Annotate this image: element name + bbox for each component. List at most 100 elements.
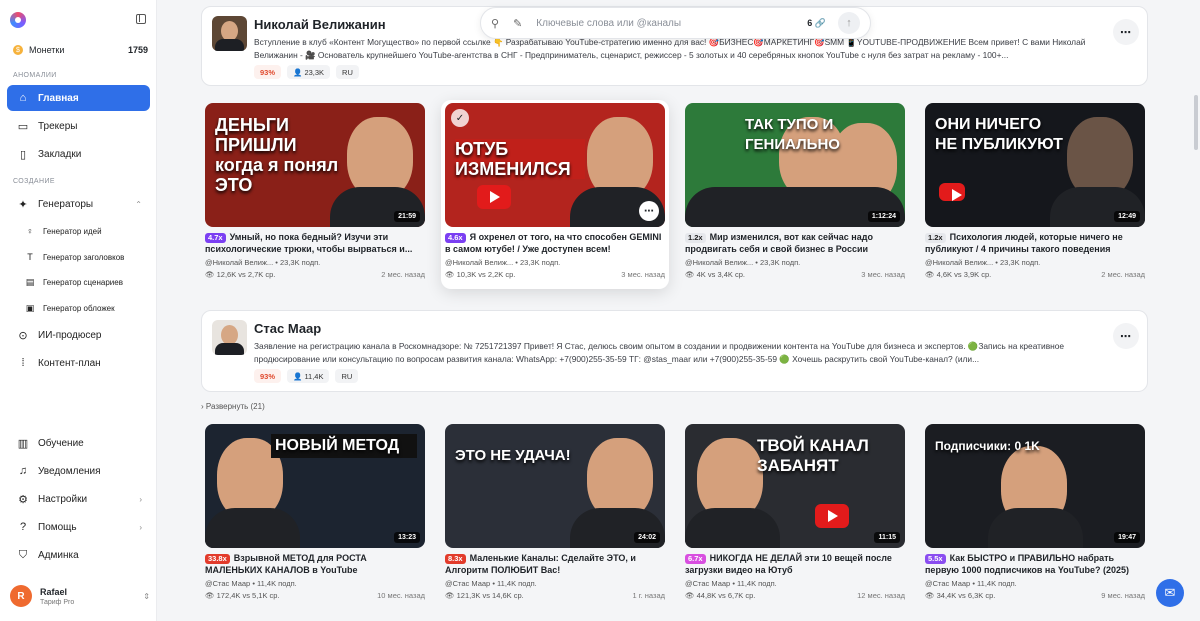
video-title[interactable]: Маленькие Каналы: Сделайте ЭТО, и Алгори… <box>445 553 636 575</box>
expand-toggle[interactable]: › Развернуть (21) <box>201 402 265 411</box>
nav-generators[interactable]: ✦ Генераторы ⌃ <box>7 191 150 217</box>
submit-arrow-icon[interactable]: ↑ <box>838 12 860 34</box>
sub-covers-label: Генератор обложек <box>43 303 115 313</box>
video-title[interactable]: НИКОГДА НЕ ДЕЛАЙ эти 10 вещей после загр… <box>685 553 892 575</box>
search-bar[interactable]: ⚲ ✎ Ключевые слова или @каналы 6 🔗 ↑ <box>480 7 871 39</box>
nav-bookmarks-label: Закладки <box>38 148 82 160</box>
video-card[interactable]: ТАК ТУПО И ГЕНИАЛЬНО 1:12:24 1.2x Мир изм… <box>685 103 905 279</box>
collapse-sidebar-icon[interactable] <box>136 14 146 24</box>
video-channel[interactable]: @Стас Маар <box>445 579 490 588</box>
sub-covers[interactable]: ▣ Генератор обложек <box>24 298 115 318</box>
sub-titles[interactable]: T Генератор заголовков <box>24 247 124 267</box>
nav-producer[interactable]: ⊙ ИИ-продюсер <box>7 322 150 348</box>
channel-avatar <box>212 16 247 51</box>
video-thumbnail[interactable]: ТВОЙ КАНАЛ ЗАБАНЯТ 11:15 <box>685 424 905 548</box>
chat-support-icon[interactable]: ✉ <box>1156 579 1184 607</box>
video-thumbnail[interactable]: ОНИ НИЧЕГО НЕ ПУБЛИКУЮТ 12:49 <box>925 103 1145 227</box>
video-card[interactable]: ЭТО НЕ УДАЧА! 24:02 8.3x Маленькие Каналы… <box>445 424 665 600</box>
video-views: 👁 172,4K vs 5,1K ср. <box>205 591 280 600</box>
more-options-icon[interactable]: ⋯ <box>1113 19 1139 45</box>
video-card[interactable]: ТВОЙ КАНАЛ ЗАБАНЯТ 11:15 6.7x НИКОГДА НЕ … <box>685 424 905 600</box>
channels-count[interactable]: 6 🔗 <box>807 18 826 29</box>
app-logo[interactable] <box>10 12 26 28</box>
more-options-icon[interactable]: ⋯ <box>1113 323 1139 349</box>
video-title[interactable]: Умный, но пока бедный? Изучи эти психоло… <box>205 232 412 254</box>
thumbnail-text: ТАК ТУПО И ГЕНИАЛЬНО <box>745 116 840 153</box>
outlier-multiplier: 33.8x <box>205 554 230 564</box>
video-card-hovered[interactable]: ЮТУБ ИЗМЕНИЛСЯ ✓ ⋯ 4.6x Я охренел от того… <box>441 100 669 289</box>
video-thumbnail[interactable]: ДЕНЬГИ ПРИШЛИ когда я понял ЭТО 21:59 <box>205 103 425 227</box>
user-menu[interactable]: R Rafael Тариф Pro ⇕ <box>10 583 150 609</box>
lightbulb-icon: ♀ <box>26 226 34 236</box>
video-channel[interactable]: @Николай Велиж... <box>445 258 513 267</box>
chevron-right-icon: › <box>139 522 142 532</box>
video-channel[interactable]: @Николай Велиж... <box>685 258 753 267</box>
nav-help[interactable]: ? Помощь › <box>7 514 150 540</box>
nav-help-label: Помощь <box>38 521 77 533</box>
video-card[interactable]: НОВЫЙ МЕТОД 13:23 33.8x Взрывной МЕТОД дл… <box>205 424 425 600</box>
search-input[interactable]: Ключевые слова или @каналы <box>536 18 807 29</box>
video-thumbnail[interactable]: НОВЫЙ МЕТОД 13:23 <box>205 424 425 548</box>
bookmark-icon: ▯ <box>19 148 27 161</box>
video-subs: 23,3K подп. <box>519 258 561 267</box>
sub-ideas[interactable]: ♀ Генератор идей <box>24 221 102 241</box>
help-icon: ? <box>19 521 27 533</box>
video-card[interactable]: Подписчики: 0 1K 19:47 5.5x Как БЫСТРО и … <box>925 424 1145 600</box>
video-card[interactable]: ДЕНЬГИ ПРИШЛИ когда я понял ЭТО 21:59 4.… <box>205 103 425 279</box>
section-create: СОЗДАНИЕ <box>13 178 55 185</box>
video-subs: 23,3K подп. <box>759 258 801 267</box>
language-badge: RU <box>335 369 359 383</box>
nav-settings[interactable]: ⚙ Настройки › <box>7 486 150 512</box>
channel-card[interactable]: Стас Маар Заявление на регистрацию канал… <box>201 310 1148 392</box>
video-thumbnail[interactable]: Подписчики: 0 1K 19:47 <box>925 424 1145 548</box>
video-more-options-icon[interactable]: ⋯ <box>639 201 659 221</box>
video-age: 10 мес. назад <box>377 591 425 600</box>
video-channel[interactable]: @Николай Велиж... <box>925 258 993 267</box>
coins-label: Монетки <box>29 45 65 55</box>
channel-name[interactable]: Николай Велижанин <box>254 17 386 32</box>
nav-admin[interactable]: ⛉ Админка <box>7 542 150 568</box>
video-title[interactable]: Я охренел от того, на что способен GEMIN… <box>445 232 661 254</box>
nav-admin-label: Админка <box>38 549 79 561</box>
nav-trackers-label: Трекеры <box>38 120 78 132</box>
channel-description: Вступление в клуб «Контент Могущество» п… <box>254 37 1086 60</box>
video-channel[interactable]: @Стас Маар <box>925 579 970 588</box>
video-channel[interactable]: @Стас Маар <box>205 579 250 588</box>
select-checkbox[interactable]: ✓ <box>451 109 469 127</box>
video-channel[interactable]: @Николай Велиж... <box>205 258 273 267</box>
video-thumbnail[interactable]: ЮТУБ ИЗМЕНИЛСЯ ✓ ⋯ <box>445 103 665 227</box>
attach-icon[interactable]: ✎ <box>513 17 522 30</box>
video-thumbnail[interactable]: ЭТО НЕ УДАЧА! 24:02 <box>445 424 665 548</box>
video-card[interactable]: ОНИ НИЧЕГО НЕ ПУБЛИКУЮТ 12:49 1.2x Психол… <box>925 103 1145 279</box>
sidebar: $ Монетки 1759 АНОМАЛИИ ⌂ Главная ▭ Трекер… <box>0 0 157 621</box>
duration-badge: 13:23 <box>394 532 420 543</box>
chevron-updown-icon: ⇕ <box>143 591 150 601</box>
video-channel[interactable]: @Стас Маар <box>685 579 730 588</box>
video-title[interactable]: Как БЫСТРО и ПРАВИЛЬНО набрать первую 10… <box>925 553 1129 575</box>
thumbnail-text: ДЕНЬГИ ПРИШЛИ когда я понял ЭТО <box>215 115 339 195</box>
nav-main[interactable]: ⌂ Главная <box>7 85 150 111</box>
scrollbar[interactable] <box>1194 95 1198 150</box>
nav-notifications[interactable]: ♫ Уведомления <box>7 458 150 484</box>
image-icon: ▣ <box>25 302 35 313</box>
video-views: 👁 44,8K vs 6,7K ср. <box>685 591 756 600</box>
filter-icon[interactable]: ⚲ <box>491 17 499 30</box>
channel-name[interactable]: Стас Маар <box>254 321 321 336</box>
video-views: 👁 4K vs 3,4K ср. <box>685 270 745 279</box>
nav-bookmarks[interactable]: ▯ Закладки <box>7 141 150 167</box>
nav-trackers[interactable]: ▭ Трекеры <box>7 113 150 139</box>
user-plan: Тариф Pro <box>40 598 75 606</box>
video-title[interactable]: Мир изменился, вот как сейчас надо продв… <box>685 232 873 254</box>
sub-scripts[interactable]: ▤ Генератор сценариев <box>24 272 123 292</box>
thumbnail-text: ЭТО НЕ УДАЧА! <box>455 447 571 464</box>
video-thumbnail[interactable]: ТАК ТУПО И ГЕНИАЛЬНО 1:12:24 <box>685 103 905 227</box>
sub-scripts-label: Генератор сценариев <box>43 277 123 287</box>
video-age: 2 мес. назад <box>1101 270 1145 279</box>
nav-content-plan[interactable]: ⁞ Контент-план <box>7 350 150 376</box>
sparkle-icon: ✦ <box>18 198 28 211</box>
video-title[interactable]: Психология людей, которые ничего не публ… <box>925 232 1123 254</box>
duration-badge: 12:49 <box>1114 211 1140 222</box>
expand-label: Развернуть (21) <box>205 402 265 411</box>
nav-learning[interactable]: ▥ Обучение <box>7 430 150 456</box>
channel-avatar <box>212 320 247 355</box>
